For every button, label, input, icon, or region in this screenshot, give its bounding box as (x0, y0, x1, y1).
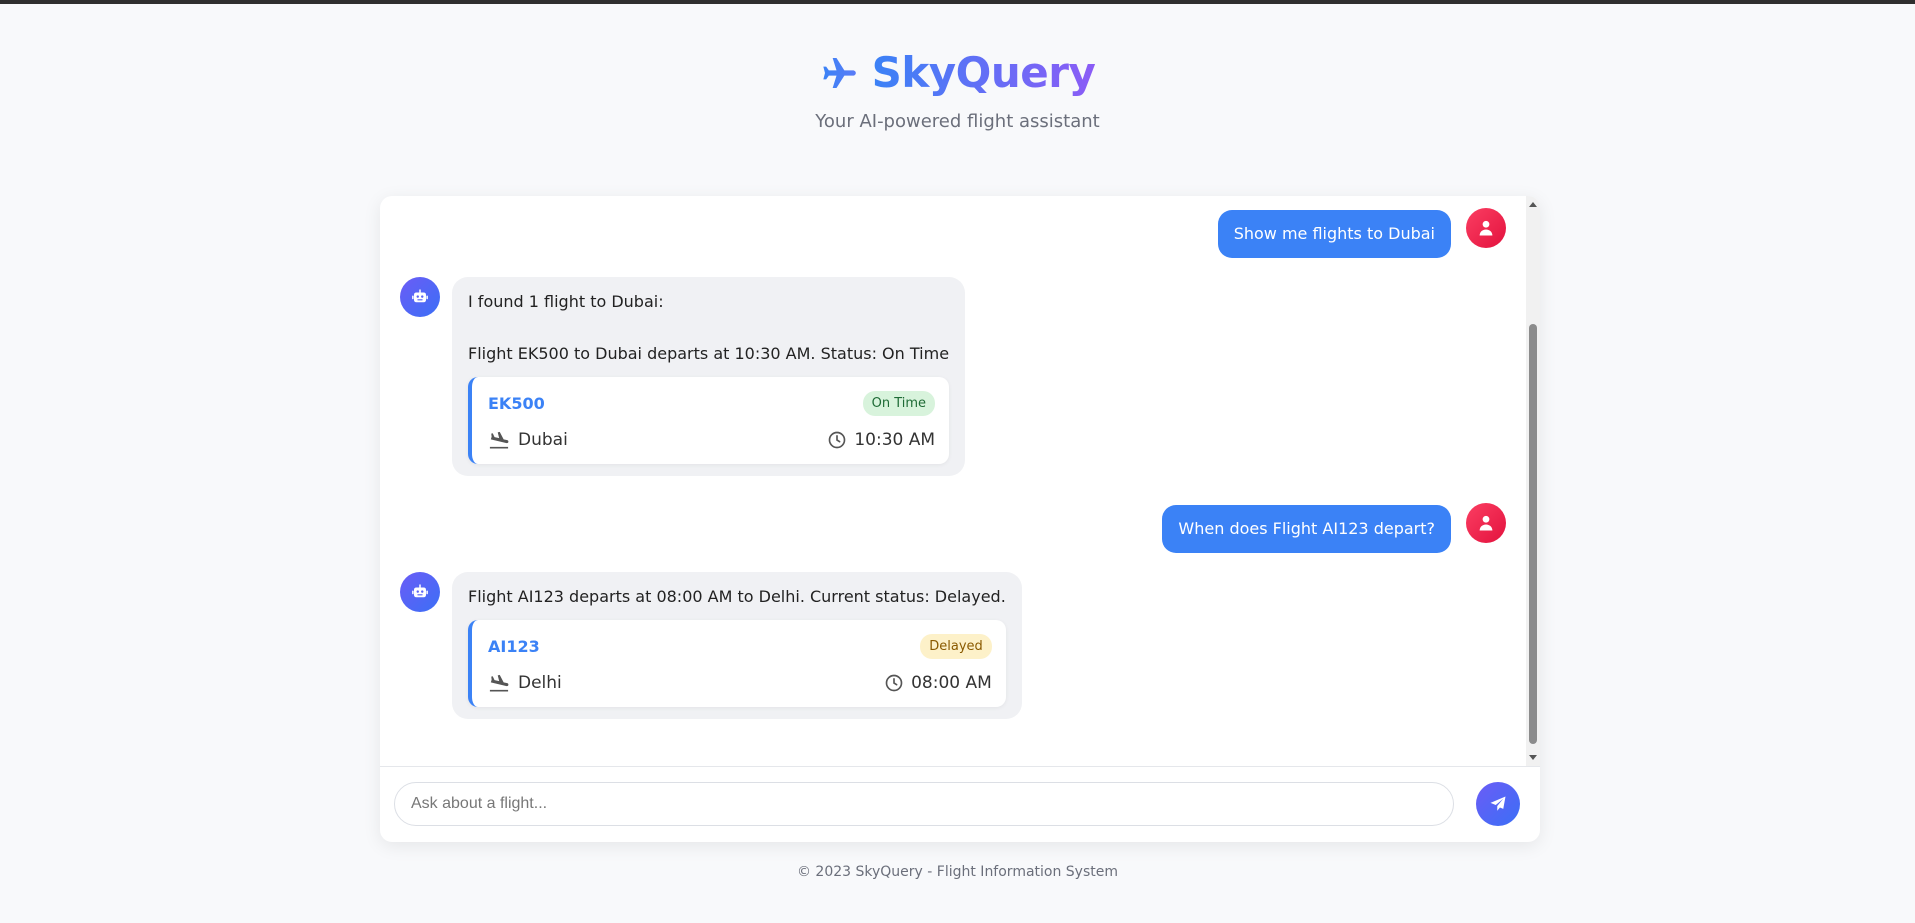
flight-time: 10:30 AM (854, 430, 936, 450)
bot-message-text: Flight EK500 to Dubai departs at 10:30 A… (468, 344, 950, 363)
flight-time: 08:00 AM (911, 673, 992, 693)
plane-landing-icon (489, 431, 509, 449)
user-avatar (1466, 503, 1506, 543)
send-button[interactable] (1476, 782, 1520, 826)
status-badge: Delayed (920, 634, 992, 659)
footer-text: © 2023 SkyQuery - Flight Information Sys… (796, 864, 1119, 880)
plane-icon (822, 57, 856, 88)
flight-number: EK500 (488, 394, 545, 413)
flight-number: AI123 (488, 637, 540, 656)
scroll-down-arrow[interactable] (1529, 755, 1537, 760)
app-subtitle: Your AI-powered flight assistant (815, 111, 1100, 132)
plane-landing-icon (489, 674, 509, 692)
bot-message: I found 1 flight to Dubai: Flight EK500 … (452, 277, 966, 476)
user-icon (1479, 220, 1493, 236)
paper-plane-icon (1490, 796, 1506, 811)
top-bar (0, 0, 1915, 4)
chat-card: Show me flights to Dubai I found 1 fligh… (380, 196, 1540, 842)
clock-icon (829, 431, 846, 449)
user-message: When does Flight AI123 depart? (1162, 505, 1451, 553)
user-icon (1479, 515, 1493, 531)
chat-scrollbar[interactable] (1526, 196, 1540, 766)
flight-destination: Delhi (518, 673, 562, 693)
bot-message: Flight AI123 departs at 08:00 AM to Delh… (452, 572, 1022, 719)
chat-messages[interactable]: Show me flights to Dubai I found 1 fligh… (380, 196, 1526, 766)
robot-icon (412, 289, 428, 303)
user-avatar (1466, 208, 1506, 248)
app-title: SkyQuery (871, 48, 1096, 97)
user-message: Show me flights to Dubai (1217, 210, 1451, 258)
flight-card: EK500 On Time Dubai 10:30 AM (468, 377, 950, 464)
scroll-thumb[interactable] (1529, 324, 1537, 744)
message-input[interactable] (394, 782, 1454, 826)
robot-icon (412, 584, 428, 598)
bot-message-text: Flight AI123 departs at 08:00 AM to Delh… (468, 587, 1006, 606)
app-header: SkyQuery Your AI-powered flight assistan… (0, 48, 1915, 132)
input-divider (380, 766, 1540, 767)
bot-avatar (400, 277, 440, 317)
bot-message-text: I found 1 flight to Dubai: (468, 292, 664, 311)
status-badge: On Time (862, 391, 936, 416)
flight-card: AI123 Delayed Delhi 08:00 AM (468, 620, 1006, 707)
brand: SkyQuery (820, 48, 1096, 97)
flight-destination: Dubai (518, 430, 568, 450)
scroll-up-arrow[interactable] (1529, 202, 1537, 207)
clock-icon (885, 674, 903, 692)
bot-avatar (400, 572, 440, 612)
